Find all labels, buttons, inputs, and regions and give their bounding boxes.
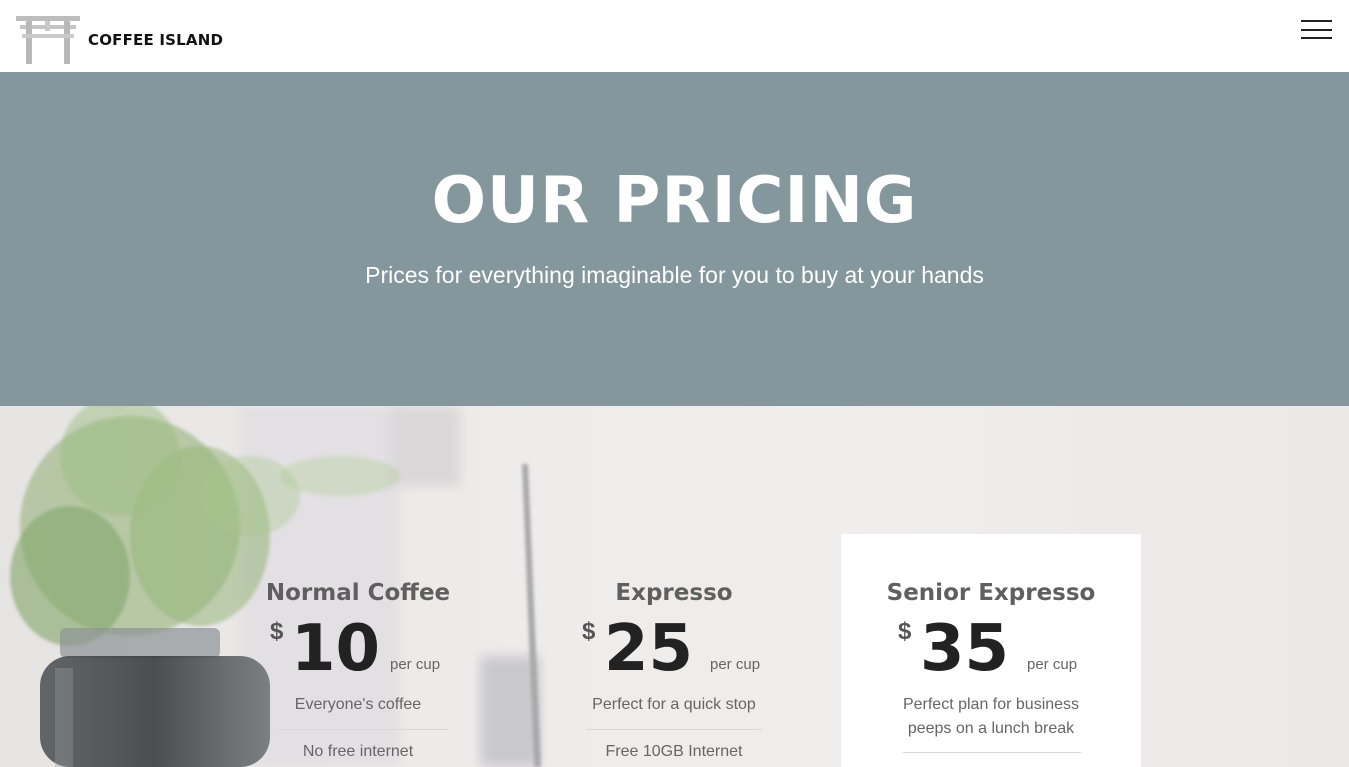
plan-feature: Everyone's coffee bbox=[294, 696, 422, 713]
plan-name: Normal Coffee bbox=[265, 580, 451, 606]
pricing-section: Normal Coffee $ 10 per cup Everyone's co… bbox=[0, 406, 1349, 767]
price-unit: per cup bbox=[1027, 656, 1078, 673]
plan-feature: peeps on a lunch break bbox=[907, 720, 1075, 737]
page-subtitle: Prices for everything imaginable for you… bbox=[365, 262, 984, 288]
torii-gate-icon[interactable] bbox=[16, 14, 80, 64]
plan-name: Expresso bbox=[615, 580, 733, 606]
plan-feature: Perfect for a quick stop bbox=[592, 696, 756, 713]
plan-feature: No free internet bbox=[302, 743, 414, 760]
page-title: OUR PRICING bbox=[431, 164, 918, 238]
currency-symbol: $ bbox=[582, 618, 596, 645]
plan-feature: Free 10GB Internet bbox=[605, 743, 743, 760]
price-unit: per cup bbox=[390, 656, 441, 673]
hamburger-menu-icon[interactable] bbox=[1301, 20, 1332, 40]
feature-divider bbox=[586, 729, 762, 730]
feature-divider bbox=[278, 729, 448, 730]
currency-symbol: $ bbox=[270, 618, 284, 645]
plan-price: 25 bbox=[604, 612, 694, 686]
plan-price: 35 bbox=[920, 612, 1010, 686]
plan-card-normal-coffee[interactable]: Normal Coffee $ 10 per cup Everyone's co… bbox=[208, 406, 508, 767]
plan-feature: Perfect plan for business bbox=[902, 696, 1080, 713]
brand-name[interactable]: COFFEE ISLAND bbox=[88, 31, 223, 49]
site-header: COFFEE ISLAND bbox=[0, 0, 1349, 72]
plan-price: 10 bbox=[291, 612, 381, 686]
plan-card-expresso[interactable]: Expresso $ 25 per cup Perfect for a quic… bbox=[524, 406, 824, 767]
feature-divider bbox=[903, 752, 1081, 753]
currency-symbol: $ bbox=[898, 618, 912, 645]
plan-card-senior-expresso[interactable]: Senior Expresso $ 35 per cup Perfect pla… bbox=[841, 534, 1141, 767]
plan-name: Senior Expresso bbox=[886, 580, 1096, 606]
pricing-hero: OUR PRICING Prices for everything imagin… bbox=[0, 72, 1349, 406]
price-unit: per cup bbox=[710, 656, 761, 673]
